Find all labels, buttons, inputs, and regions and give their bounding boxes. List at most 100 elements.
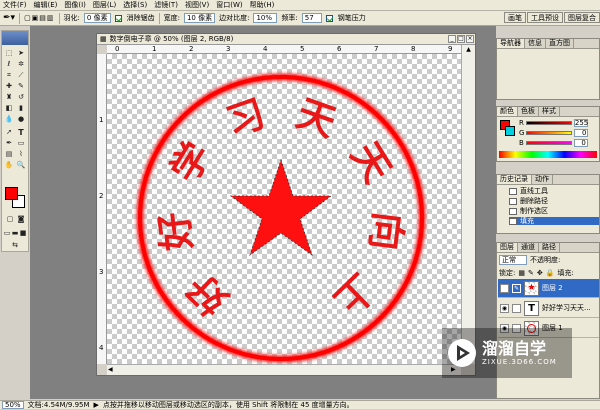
tab-layers[interactable]: 图层 (497, 243, 518, 252)
slice-tool-icon[interactable]: ⟋ (16, 70, 26, 80)
menu-select[interactable]: 选择(S) (123, 0, 147, 10)
watermark-title: 溜溜自学 (482, 339, 547, 358)
edge-contrast-input[interactable]: 10% (253, 13, 278, 23)
menu-layer[interactable]: 图层(L) (93, 0, 116, 10)
dodge-tool-icon[interactable]: ● (16, 114, 26, 124)
lock-label: 锁定: (499, 269, 516, 277)
tab-color[interactable]: 颜色 (497, 107, 518, 116)
blend-mode-select[interactable]: 正常 (499, 255, 527, 265)
green-slider[interactable] (526, 131, 573, 135)
maximize-icon[interactable]: □ (457, 35, 465, 43)
tab-swatches[interactable]: 色板 (518, 107, 539, 116)
notes-tool-icon[interactable]: ▤ (4, 149, 14, 159)
panel-bg-swatch[interactable] (505, 126, 515, 136)
zoom-tool-icon[interactable]: 🔍 (16, 160, 26, 170)
tab-brushes[interactable]: 画笔 (504, 12, 526, 23)
pen-pressure-checkbox[interactable] (325, 14, 333, 22)
width-input[interactable]: 10 像素 (183, 13, 216, 23)
frequency-input[interactable]: 57 (301, 13, 322, 23)
blue-slider[interactable] (525, 141, 572, 145)
type-tool-icon[interactable]: T (16, 127, 26, 137)
tab-navigator[interactable]: 导航器 (497, 39, 525, 48)
brush-tool-icon[interactable]: ✎ (16, 81, 26, 91)
document-title-bar[interactable]: ▦ 数字倒电子章 @ 50% (图层 2, RGB/8) _ □ × (97, 34, 475, 45)
blur-tool-icon[interactable]: 💧 (4, 114, 14, 124)
menu-edit[interactable]: 编辑(E) (34, 0, 58, 10)
screen-mode-standard-icon[interactable]: ▭ (3, 228, 11, 238)
magic-wand-tool-icon[interactable]: ✲ (16, 59, 26, 69)
history-item[interactable]: 删除路径 (509, 197, 548, 205)
lasso-tool-icon[interactable]: ℓ (4, 59, 14, 69)
visibility-eye-icon[interactable]: ◉ (500, 283, 509, 293)
scroll-up-arrow-icon[interactable]: ▲ (463, 46, 474, 55)
menu-bar: 文件(F) 编辑(E) 图像(I) 图层(L) 选择(S) 滤镜(T) 视图(V… (0, 0, 600, 11)
tab-info[interactable]: 信息 (525, 39, 546, 48)
feather-label: 羽化: (63, 14, 80, 22)
menu-file[interactable]: 文件(F) (3, 0, 27, 10)
close-icon[interactable]: × (466, 35, 474, 43)
ruler-vertical: 1 2 3 4 (97, 54, 107, 364)
tab-channels[interactable]: 通道 (518, 243, 539, 252)
layer-row[interactable]: ◉ T 好好学习天天... (498, 299, 599, 318)
menu-image[interactable]: 图像(I) (64, 0, 86, 10)
hand-tool-icon[interactable]: ✋ (4, 160, 14, 170)
crop-tool-icon[interactable]: ⌗ (4, 70, 14, 80)
pen-tool-preset-icon[interactable]: ✒▾ (3, 13, 15, 23)
red-slider[interactable] (525, 121, 572, 125)
menu-filter[interactable]: 滤镜(T) (154, 0, 178, 10)
eraser-tool-icon[interactable]: ◧ (4, 103, 14, 113)
horizontal-scrollbar[interactable]: ◀ ▶ (107, 364, 461, 375)
eyedropper-tool-icon[interactable]: ⌇ (16, 149, 26, 159)
tab-paths[interactable]: 路径 (539, 243, 560, 252)
pen-tool-icon[interactable]: ✒ (4, 138, 14, 148)
tab-styles[interactable]: 样式 (539, 107, 560, 116)
screen-mode-full-icon[interactable]: ■ (19, 228, 27, 238)
history-item[interactable]: 直线工具 (509, 187, 548, 195)
healing-brush-tool-icon[interactable]: ✚ (4, 81, 14, 91)
menu-help[interactable]: 帮助(H) (250, 0, 275, 10)
screen-mode-full-menu-icon[interactable]: ▬ (11, 228, 19, 238)
lock-image-icon[interactable]: ✎ (528, 269, 534, 277)
red-value-input[interactable]: 255 (573, 119, 588, 127)
blue-value-input[interactable]: 0 (573, 139, 588, 147)
lock-transparency-icon[interactable]: ▦ (518, 269, 525, 277)
lock-position-icon[interactable]: ✥ (537, 269, 543, 277)
menu-view[interactable]: 视图(V) (185, 0, 209, 10)
jump-to-imageready-icon[interactable]: ⇆ (10, 240, 20, 250)
tab-histogram[interactable]: 直方图 (546, 39, 574, 48)
history-item-selected[interactable]: 填充 (509, 217, 599, 225)
layer-name: 好好学习天天... (542, 304, 591, 312)
image-canvas[interactable]: 好好学习天天向上 (107, 54, 461, 364)
status-arrow-icon[interactable]: ▶ (94, 401, 99, 409)
tab-history[interactable]: 历史记录 (497, 175, 532, 184)
brush-link-icon[interactable]: ✎ (512, 283, 521, 293)
tab-layer-comps[interactable]: 图层复合 (564, 12, 600, 23)
vertical-scrollbar[interactable]: ▲ ▼ (461, 45, 475, 364)
tab-actions[interactable]: 动作 (532, 175, 553, 184)
link-slot-icon[interactable] (512, 303, 521, 313)
clone-stamp-tool-icon[interactable]: ♜ (4, 92, 14, 102)
green-value-input[interactable]: 0 (574, 129, 589, 137)
visibility-eye-icon[interactable]: ◉ (500, 303, 509, 313)
standard-mode-icon[interactable]: ▢ (5, 214, 15, 224)
path-selection-tool-icon[interactable]: ➚ (4, 127, 14, 137)
gradient-tool-icon[interactable]: ▮ (16, 103, 26, 113)
minimize-icon[interactable]: _ (448, 35, 456, 43)
color-spectrum-bar[interactable] (499, 151, 597, 158)
lock-all-icon[interactable]: 🔒 (546, 269, 555, 277)
layer-row-selected[interactable]: ◉ ✎ ★ 图层 2 (498, 279, 599, 298)
history-item[interactable]: 制作选区 (509, 207, 548, 215)
quick-mask-mode-icon[interactable]: ◙ (16, 214, 26, 224)
marquee-tool-icon[interactable]: ⬚ (4, 48, 14, 58)
scroll-left-arrow-icon[interactable]: ◀ (108, 366, 113, 373)
selection-mode-icons[interactable]: ▢▣▤▥ (24, 14, 54, 22)
shape-tool-icon[interactable]: ▭ (16, 138, 26, 148)
tab-tool-presets[interactable]: 工具预设 (527, 12, 563, 23)
menu-window[interactable]: 窗口(W) (216, 0, 242, 10)
history-brush-tool-icon[interactable]: ↺ (16, 92, 26, 102)
edge-contrast-label: 边对比度: (219, 14, 250, 22)
feather-input[interactable]: 0 像素 (83, 13, 111, 23)
move-tool-icon[interactable]: ➤ (16, 48, 26, 58)
zoom-level-input[interactable]: 50% (2, 401, 24, 409)
antialias-checkbox[interactable] (114, 14, 122, 22)
